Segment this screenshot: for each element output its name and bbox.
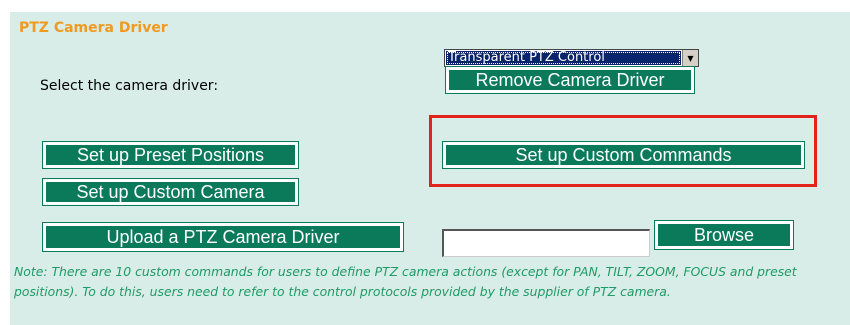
custom-commands-note: Note: There are 10 custom commands for u… — [14, 264, 797, 299]
setup-preset-positions-button[interactable]: Set up Preset Positions — [42, 141, 299, 169]
setup-custom-commands-button[interactable]: Set up Custom Commands — [442, 141, 805, 169]
driver-select-label: Select the camera driver: — [40, 78, 219, 94]
upload-ptz-driver-button[interactable]: Upload a PTZ Camera Driver — [42, 222, 404, 252]
driver-file-input[interactable] — [442, 229, 650, 257]
remove-camera-driver-button[interactable]: Remove Camera Driver — [445, 66, 695, 94]
camera-driver-selected-value: Transparent PTZ Control — [446, 51, 681, 65]
setup-custom-camera-button[interactable]: Set up Custom Camera — [42, 178, 299, 206]
camera-driver-select[interactable]: Transparent PTZ Control ▼ — [444, 49, 699, 67]
browse-button[interactable]: Browse — [654, 220, 794, 250]
chevron-down-icon[interactable]: ▼ — [682, 50, 698, 66]
section-title: PTZ Camera Driver — [19, 20, 168, 36]
ptz-driver-panel: PTZ Camera Driver Select the camera driv… — [10, 12, 850, 325]
